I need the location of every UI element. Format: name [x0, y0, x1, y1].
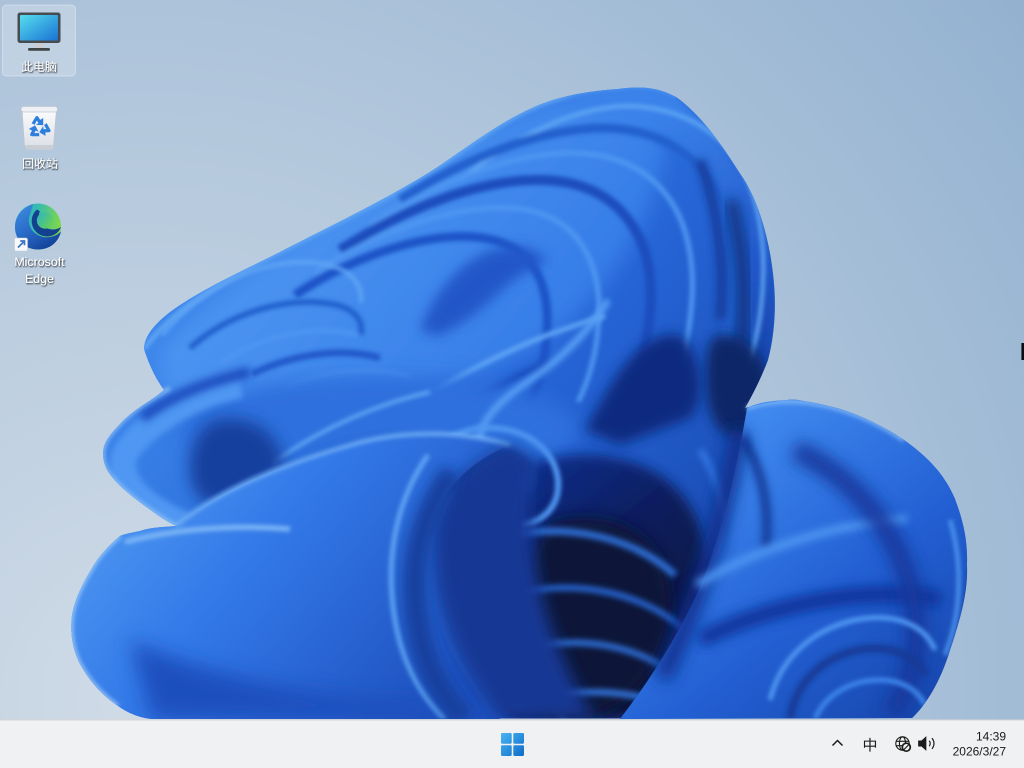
svg-text:14:39: 14:39	[976, 730, 1006, 744]
svg-text:2026/3/27: 2026/3/27	[953, 745, 1007, 759]
svg-text:Microsoft: Microsoft	[14, 255, 65, 269]
svg-text:Edge: Edge	[25, 272, 54, 286]
